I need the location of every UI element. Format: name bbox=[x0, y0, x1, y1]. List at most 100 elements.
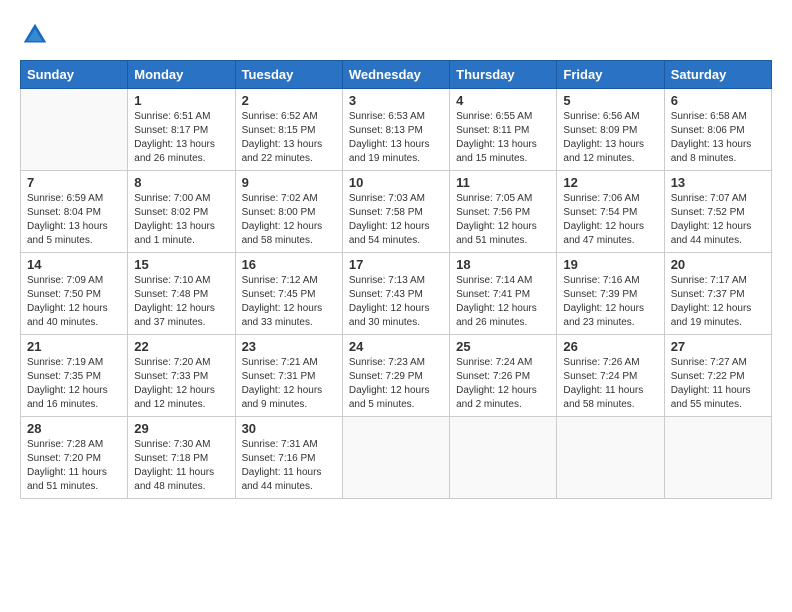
day-number: 22 bbox=[134, 339, 228, 354]
day-info: Sunrise: 7:03 AM Sunset: 7:58 PM Dayligh… bbox=[349, 192, 443, 248]
calendar-cell: 18 Sunrise: 7:14 AM Sunset: 7:41 PM Dayli… bbox=[450, 253, 557, 335]
calendar-cell: 6 Sunrise: 6:58 AM Sunset: 8:06 PM Daylig… bbox=[664, 89, 771, 171]
day-info: Sunrise: 7:26 AM Sunset: 7:24 PM Dayligh… bbox=[563, 356, 657, 412]
calendar-cell bbox=[664, 417, 771, 499]
week-row-5: 28 Sunrise: 7:28 AM Sunset: 7:20 PM Dayli… bbox=[21, 417, 772, 499]
calendar-cell: 8 Sunrise: 7:00 AM Sunset: 8:02 PM Daylig… bbox=[128, 171, 235, 253]
calendar-cell: 25Sunrise: 7:24 AM Sunset: 7:26 PM Dayli… bbox=[450, 335, 557, 417]
day-info: Sunrise: 6:58 AM Sunset: 8:06 PM Dayligh… bbox=[671, 110, 765, 166]
day-number: 15 bbox=[134, 257, 228, 272]
day-number: 2 bbox=[242, 93, 336, 108]
day-info: Sunrise: 7:24 AM Sunset: 7:26 PM Dayligh… bbox=[456, 356, 550, 412]
logo-icon bbox=[20, 20, 50, 50]
day-number: 21 bbox=[27, 339, 121, 354]
day-info: Sunrise: 6:56 AM Sunset: 8:09 PM Dayligh… bbox=[563, 110, 657, 166]
week-row-1: 1 Sunrise: 6:51 AM Sunset: 8:17 PM Daylig… bbox=[21, 89, 772, 171]
calendar-cell: 1 Sunrise: 6:51 AM Sunset: 8:17 PM Daylig… bbox=[128, 89, 235, 171]
day-number: 8 bbox=[134, 175, 228, 190]
day-info: Sunrise: 6:51 AM Sunset: 8:17 PM Dayligh… bbox=[134, 110, 228, 166]
calendar-cell: 26 Sunrise: 7:26 AM Sunset: 7:24 PM Dayli… bbox=[557, 335, 664, 417]
day-info: Sunrise: 6:52 AM Sunset: 8:15 PM Dayligh… bbox=[242, 110, 336, 166]
calendar-cell: 16 Sunrise: 7:12 AM Sunset: 7:45 PM Dayli… bbox=[235, 253, 342, 335]
day-number: 9 bbox=[242, 175, 336, 190]
day-number: 23 bbox=[242, 339, 336, 354]
day-header-monday: Monday bbox=[128, 61, 235, 89]
day-number: 12 bbox=[563, 175, 657, 190]
day-info: Sunrise: 7:00 AM Sunset: 8:02 PM Dayligh… bbox=[134, 192, 228, 248]
day-number: 11 bbox=[456, 175, 550, 190]
day-info: Sunrise: 7:20 AM Sunset: 7:33 PM Dayligh… bbox=[134, 356, 228, 412]
day-number: 10 bbox=[349, 175, 443, 190]
calendar-cell bbox=[342, 417, 449, 499]
day-number: 5 bbox=[563, 93, 657, 108]
day-info: Sunrise: 7:14 AM Sunset: 7:41 PM Dayligh… bbox=[456, 274, 550, 330]
day-info: Sunrise: 7:10 AM Sunset: 7:48 PM Dayligh… bbox=[134, 274, 228, 330]
calendar-cell: 7Sunrise: 6:59 AM Sunset: 8:04 PM Daylig… bbox=[21, 171, 128, 253]
day-info: Sunrise: 6:55 AM Sunset: 8:11 PM Dayligh… bbox=[456, 110, 550, 166]
day-header-thursday: Thursday bbox=[450, 61, 557, 89]
calendar-table: SundayMondayTuesdayWednesdayThursdayFrid… bbox=[20, 60, 772, 499]
day-info: Sunrise: 7:30 AM Sunset: 7:18 PM Dayligh… bbox=[134, 438, 228, 494]
day-info: Sunrise: 6:59 AM Sunset: 8:04 PM Dayligh… bbox=[27, 192, 121, 248]
calendar-cell: 11 Sunrise: 7:05 AM Sunset: 7:56 PM Dayli… bbox=[450, 171, 557, 253]
calendar-cell: 13Sunrise: 7:07 AM Sunset: 7:52 PM Dayli… bbox=[664, 171, 771, 253]
day-info: Sunrise: 7:06 AM Sunset: 7:54 PM Dayligh… bbox=[563, 192, 657, 248]
day-info: Sunrise: 7:23 AM Sunset: 7:29 PM Dayligh… bbox=[349, 356, 443, 412]
calendar-cell: 30Sunrise: 7:31 AM Sunset: 7:16 PM Dayli… bbox=[235, 417, 342, 499]
day-header-friday: Friday bbox=[557, 61, 664, 89]
day-number: 1 bbox=[134, 93, 228, 108]
header-row: SundayMondayTuesdayWednesdayThursdayFrid… bbox=[21, 61, 772, 89]
day-header-wednesday: Wednesday bbox=[342, 61, 449, 89]
day-header-tuesday: Tuesday bbox=[235, 61, 342, 89]
calendar-cell bbox=[21, 89, 128, 171]
calendar-cell: 19Sunrise: 7:16 AM Sunset: 7:39 PM Dayli… bbox=[557, 253, 664, 335]
calendar-cell: 17Sunrise: 7:13 AM Sunset: 7:43 PM Dayli… bbox=[342, 253, 449, 335]
calendar-cell: 5 Sunrise: 6:56 AM Sunset: 8:09 PM Daylig… bbox=[557, 89, 664, 171]
calendar-cell bbox=[557, 417, 664, 499]
day-header-sunday: Sunday bbox=[21, 61, 128, 89]
day-number: 30 bbox=[242, 421, 336, 436]
day-header-saturday: Saturday bbox=[664, 61, 771, 89]
calendar-cell: 2 Sunrise: 6:52 AM Sunset: 8:15 PM Daylig… bbox=[235, 89, 342, 171]
week-row-2: 7Sunrise: 6:59 AM Sunset: 8:04 PM Daylig… bbox=[21, 171, 772, 253]
day-info: Sunrise: 7:28 AM Sunset: 7:20 PM Dayligh… bbox=[27, 438, 121, 494]
calendar-cell: 22 Sunrise: 7:20 AM Sunset: 7:33 PM Dayli… bbox=[128, 335, 235, 417]
day-number: 4 bbox=[456, 93, 550, 108]
calendar-cell bbox=[450, 417, 557, 499]
calendar-cell: 24 Sunrise: 7:23 AM Sunset: 7:29 PM Dayli… bbox=[342, 335, 449, 417]
calendar-cell: 12 Sunrise: 7:06 AM Sunset: 7:54 PM Dayli… bbox=[557, 171, 664, 253]
calendar-cell: 4 Sunrise: 6:55 AM Sunset: 8:11 PM Daylig… bbox=[450, 89, 557, 171]
day-info: Sunrise: 7:02 AM Sunset: 8:00 PM Dayligh… bbox=[242, 192, 336, 248]
day-number: 28 bbox=[27, 421, 121, 436]
calendar-cell: 10 Sunrise: 7:03 AM Sunset: 7:58 PM Dayli… bbox=[342, 171, 449, 253]
day-number: 14 bbox=[27, 257, 121, 272]
day-info: Sunrise: 7:09 AM Sunset: 7:50 PM Dayligh… bbox=[27, 274, 121, 330]
calendar-cell: 23 Sunrise: 7:21 AM Sunset: 7:31 PM Dayli… bbox=[235, 335, 342, 417]
calendar-cell: 14 Sunrise: 7:09 AM Sunset: 7:50 PM Dayli… bbox=[21, 253, 128, 335]
day-info: Sunrise: 7:05 AM Sunset: 7:56 PM Dayligh… bbox=[456, 192, 550, 248]
calendar-cell: 20Sunrise: 7:17 AM Sunset: 7:37 PM Dayli… bbox=[664, 253, 771, 335]
calendar-cell: 27Sunrise: 7:27 AM Sunset: 7:22 PM Dayli… bbox=[664, 335, 771, 417]
day-info: Sunrise: 6:53 AM Sunset: 8:13 PM Dayligh… bbox=[349, 110, 443, 166]
day-info: Sunrise: 7:12 AM Sunset: 7:45 PM Dayligh… bbox=[242, 274, 336, 330]
calendar-cell: 28 Sunrise: 7:28 AM Sunset: 7:20 PM Dayli… bbox=[21, 417, 128, 499]
day-info: Sunrise: 7:19 AM Sunset: 7:35 PM Dayligh… bbox=[27, 356, 121, 412]
week-row-3: 14 Sunrise: 7:09 AM Sunset: 7:50 PM Dayli… bbox=[21, 253, 772, 335]
day-number: 17 bbox=[349, 257, 443, 272]
day-number: 29 bbox=[134, 421, 228, 436]
day-info: Sunrise: 7:21 AM Sunset: 7:31 PM Dayligh… bbox=[242, 356, 336, 412]
calendar-cell: 15 Sunrise: 7:10 AM Sunset: 7:48 PM Dayli… bbox=[128, 253, 235, 335]
calendar-cell: 9 Sunrise: 7:02 AM Sunset: 8:00 PM Daylig… bbox=[235, 171, 342, 253]
calendar-cell: 21 Sunrise: 7:19 AM Sunset: 7:35 PM Dayli… bbox=[21, 335, 128, 417]
calendar-cell: 29 Sunrise: 7:30 AM Sunset: 7:18 PM Dayli… bbox=[128, 417, 235, 499]
day-number: 26 bbox=[563, 339, 657, 354]
logo bbox=[20, 20, 54, 50]
day-number: 6 bbox=[671, 93, 765, 108]
day-number: 27 bbox=[671, 339, 765, 354]
day-number: 16 bbox=[242, 257, 336, 272]
day-number: 18 bbox=[456, 257, 550, 272]
day-info: Sunrise: 7:16 AM Sunset: 7:39 PM Dayligh… bbox=[563, 274, 657, 330]
day-number: 24 bbox=[349, 339, 443, 354]
page-header bbox=[20, 20, 772, 50]
day-number: 13 bbox=[671, 175, 765, 190]
